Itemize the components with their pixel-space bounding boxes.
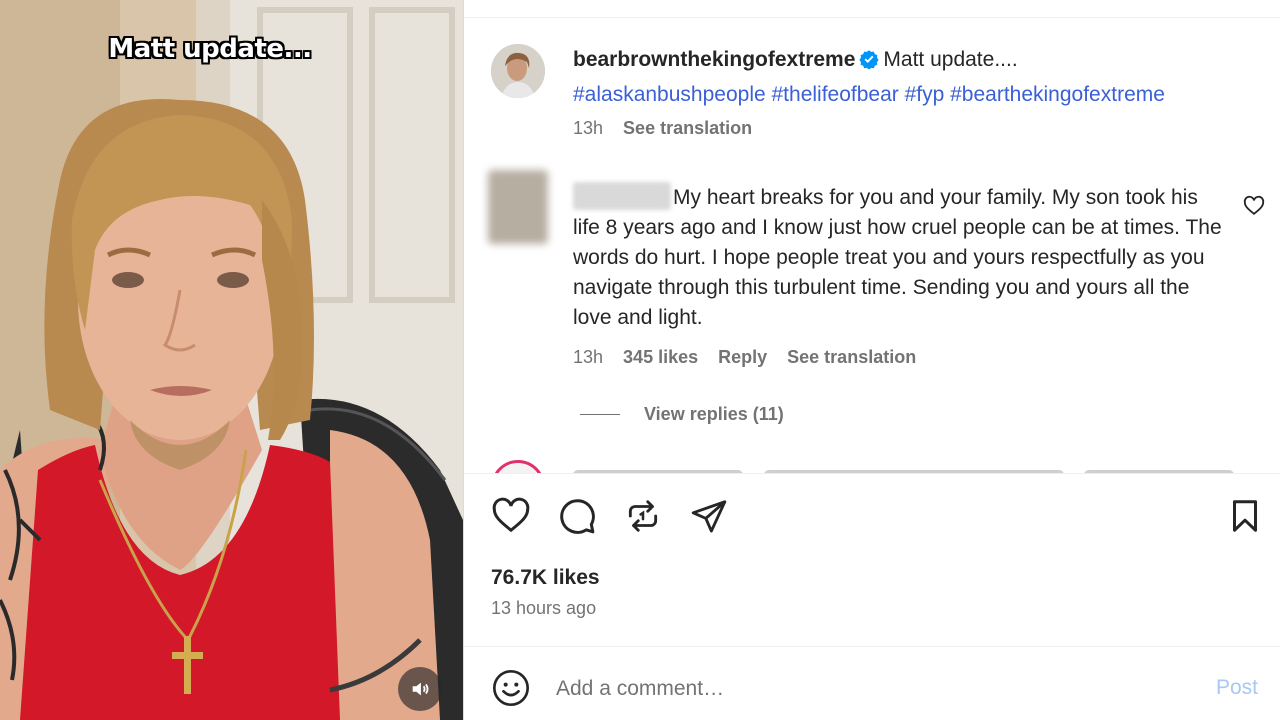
comments-list[interactable]: bearbrownthekingofextreme Matt update....… <box>464 18 1280 473</box>
add-comment-bar: Post <box>464 658 1280 718</box>
author-avatar[interactable] <box>491 44 545 98</box>
bookmark-icon <box>1233 500 1257 532</box>
post-comment-button[interactable]: Post <box>1216 676 1258 700</box>
repost-button[interactable] <box>621 494 665 538</box>
comment-time: 13h <box>573 347 604 367</box>
comment-body: My heart breaks for you and your family.… <box>573 182 1223 333</box>
speaker-icon <box>412 682 429 696</box>
mute-button[interactable] <box>398 667 442 711</box>
video-caption: Matt update... <box>108 34 312 64</box>
repost-icon <box>628 500 658 532</box>
action-bar <box>464 494 1280 542</box>
comment-bubble-icon <box>560 499 595 534</box>
commenter-avatar[interactable] <box>488 170 548 244</box>
caption-see-translation[interactable]: See translation <box>623 118 752 139</box>
video-player[interactable]: Matt update... <box>0 0 463 720</box>
comment-see-translation[interactable]: See translation <box>787 347 916 368</box>
author-avatar-image <box>491 44 545 98</box>
paper-plane-icon <box>691 500 727 533</box>
like-button[interactable] <box>489 494 533 538</box>
caption-meta: 13h See translation <box>573 118 752 139</box>
next-commenter-avatar[interactable] <box>491 460 545 473</box>
post-caption: bearbrownthekingofextreme Matt update....… <box>573 44 1263 111</box>
caption-time: 13h <box>573 118 604 138</box>
smiley-face-icon <box>493 670 529 706</box>
actions-divider <box>464 473 1280 474</box>
emoji-button[interactable] <box>491 668 531 708</box>
author-username[interactable]: bearbrownthekingofextreme <box>573 48 855 71</box>
heart-icon <box>1243 195 1265 215</box>
comment-reply-button[interactable]: Reply <box>718 347 767 368</box>
comment-box-divider <box>464 646 1280 647</box>
caption-text: Matt update.... <box>883 48 1018 71</box>
comment-likes[interactable]: 345 likes <box>623 347 698 368</box>
caption-hashtags[interactable]: #alaskanbushpeople #thelifeofbear #fyp #… <box>573 83 1165 106</box>
commenter-username-redacted[interactable] <box>573 182 671 210</box>
post-timestamp[interactable]: 13 hours ago <box>491 598 596 619</box>
comment-input[interactable] <box>556 672 1176 706</box>
heart-icon <box>492 497 530 533</box>
comment-button[interactable] <box>555 494 599 538</box>
comment-like-button[interactable] <box>1243 195 1265 217</box>
view-replies-label: View replies (11) <box>644 404 784 424</box>
comment-meta: 13h 345 likes Reply See translation <box>573 347 916 368</box>
share-button[interactable] <box>687 494 731 538</box>
post-panel: bearbrownthekingofextreme Matt update....… <box>464 0 1280 720</box>
save-button[interactable] <box>1223 494 1267 538</box>
likes-count[interactable]: 76.7K likes <box>491 566 600 590</box>
video-frame <box>0 0 463 720</box>
view-replies-button[interactable]: View replies (11) <box>580 404 784 425</box>
replies-divider <box>580 414 620 415</box>
verified-badge-icon <box>859 47 880 79</box>
